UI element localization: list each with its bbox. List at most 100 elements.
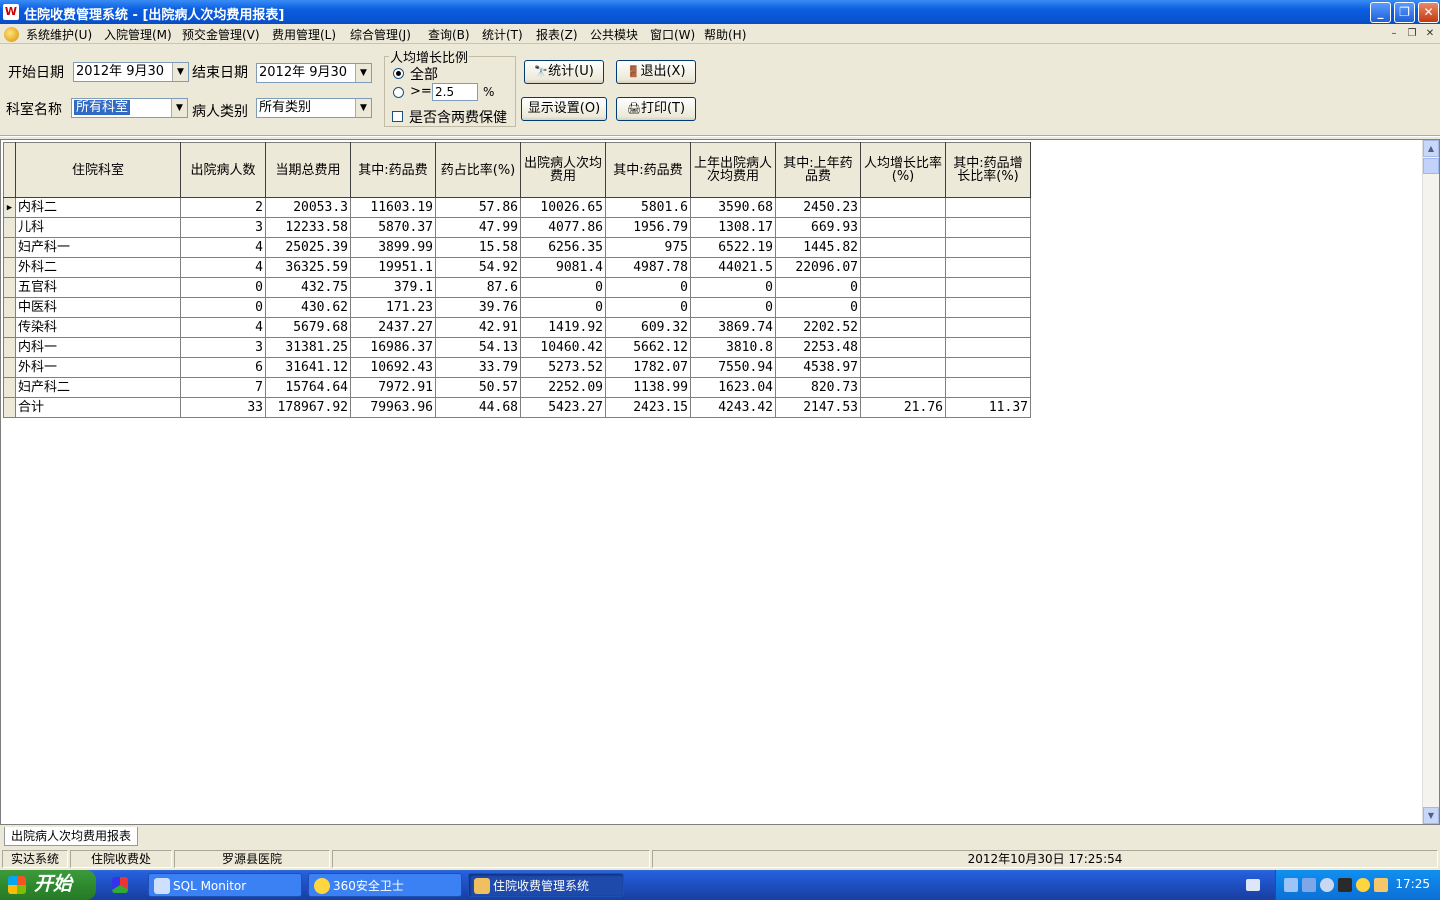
- value-cell[interactable]: 5801.6: [605, 197, 691, 218]
- row-indicator[interactable]: [3, 257, 16, 278]
- mdi-restore-button[interactable]: ❐: [1404, 27, 1420, 41]
- value-cell[interactable]: 15.58: [435, 237, 521, 258]
- menu-admission[interactable]: 入院管理(M): [104, 26, 172, 43]
- value-cell[interactable]: [945, 317, 1031, 338]
- chevron-down-icon[interactable]: ▼: [355, 99, 371, 117]
- value-cell[interactable]: 432.75: [265, 277, 351, 298]
- value-cell[interactable]: 10026.65: [520, 197, 606, 218]
- row-indicator[interactable]: [3, 277, 16, 298]
- table-row[interactable]: 外科二 4 36325.59 19951.1 54.92 9081.4 4987.78 440…: [3, 257, 1031, 278]
- column-header[interactable]: 其中:药品增长比率(%): [945, 142, 1031, 198]
- column-header[interactable]: 其中:上年药品费: [775, 142, 861, 198]
- current-row-pointer-icon[interactable]: ▶: [3, 197, 16, 218]
- value-cell[interactable]: 2252.09: [520, 377, 606, 398]
- value-cell[interactable]: 36325.59: [265, 257, 351, 278]
- value-cell[interactable]: 9081.4: [520, 257, 606, 278]
- column-header[interactable]: 上年出院病人次均费用: [690, 142, 776, 198]
- value-cell[interactable]: 21.76: [860, 397, 946, 418]
- value-cell[interactable]: 4243.42: [690, 397, 776, 418]
- dept-cell[interactable]: 儿科: [15, 217, 181, 238]
- menu-system[interactable]: 系统维护(U): [26, 26, 92, 43]
- start-date-picker[interactable]: 2012年 9月30 ▼: [73, 62, 189, 82]
- value-cell[interactable]: 39.76: [435, 297, 521, 318]
- menu-help[interactable]: 帮助(H): [704, 26, 746, 43]
- value-cell[interactable]: 3810.8: [690, 337, 776, 358]
- column-header[interactable]: 其中:药品费: [605, 142, 691, 198]
- mdi-minimize-button[interactable]: –: [1386, 27, 1402, 41]
- task-hospital-fees[interactable]: 住院收费管理系统: [468, 873, 624, 897]
- value-cell[interactable]: [860, 197, 946, 218]
- value-cell[interactable]: 7972.91: [350, 377, 436, 398]
- column-header[interactable]: 药占比率(%): [435, 142, 521, 198]
- value-cell[interactable]: [945, 297, 1031, 318]
- value-cell[interactable]: 57.86: [435, 197, 521, 218]
- value-cell[interactable]: 4: [180, 237, 266, 258]
- value-cell[interactable]: 12233.58: [265, 217, 351, 238]
- display-settings-button[interactable]: 显示设置(O): [521, 97, 607, 121]
- value-cell[interactable]: 7550.94: [690, 357, 776, 378]
- value-cell[interactable]: [860, 297, 946, 318]
- value-cell[interactable]: [860, 217, 946, 238]
- value-cell[interactable]: 11603.19: [350, 197, 436, 218]
- value-cell[interactable]: 6256.35: [520, 237, 606, 258]
- row-indicator[interactable]: [3, 357, 16, 378]
- value-cell[interactable]: 79963.96: [350, 397, 436, 418]
- value-cell[interactable]: 2: [180, 197, 266, 218]
- quick-launch-icon[interactable]: [104, 873, 140, 897]
- vertical-scrollbar[interactable]: ▲ ▼: [1422, 140, 1439, 824]
- value-cell[interactable]: 975: [605, 237, 691, 258]
- value-cell[interactable]: 11.37: [945, 397, 1031, 418]
- growth-threshold-input[interactable]: 2.5: [432, 83, 478, 101]
- value-cell[interactable]: 0: [605, 297, 691, 318]
- close-button[interactable]: ✕: [1418, 2, 1439, 23]
- value-cell[interactable]: 31641.12: [265, 357, 351, 378]
- value-cell[interactable]: [945, 257, 1031, 278]
- value-cell[interactable]: 19951.1: [350, 257, 436, 278]
- value-cell[interactable]: 1445.82: [775, 237, 861, 258]
- value-cell[interactable]: 10460.42: [520, 337, 606, 358]
- value-cell[interactable]: [860, 257, 946, 278]
- value-cell[interactable]: 669.93: [775, 217, 861, 238]
- value-cell[interactable]: 87.6: [435, 277, 521, 298]
- value-cell[interactable]: [945, 277, 1031, 298]
- radio-all[interactable]: [393, 68, 404, 79]
- app-tray-icon[interactable]: [1374, 878, 1388, 892]
- row-indicator[interactable]: [3, 237, 16, 258]
- value-cell[interactable]: 44021.5: [690, 257, 776, 278]
- scroll-thumb[interactable]: [1423, 158, 1439, 174]
- value-cell[interactable]: 5423.27: [520, 397, 606, 418]
- menu-window[interactable]: 窗口(W): [650, 26, 695, 43]
- dept-cell[interactable]: 传染科: [15, 317, 181, 338]
- value-cell[interactable]: 1308.17: [690, 217, 776, 238]
- value-cell[interactable]: 430.62: [265, 297, 351, 318]
- value-cell[interactable]: 1419.92: [520, 317, 606, 338]
- volume-icon[interactable]: [1320, 878, 1334, 892]
- value-cell[interactable]: 54.13: [435, 337, 521, 358]
- value-cell[interactable]: 4: [180, 257, 266, 278]
- table-row[interactable]: 传染科 4 5679.68 2437.27 42.91 1419.92 609.32 3869…: [3, 317, 1031, 338]
- value-cell[interactable]: 2423.15: [605, 397, 691, 418]
- value-cell[interactable]: [945, 377, 1031, 398]
- network-icon[interactable]: [1284, 878, 1298, 892]
- value-cell[interactable]: 10692.43: [350, 357, 436, 378]
- chevron-down-icon[interactable]: ▼: [172, 63, 188, 81]
- scroll-down-icon[interactable]: ▼: [1423, 807, 1439, 824]
- value-cell[interactable]: [945, 357, 1031, 378]
- value-cell[interactable]: [860, 277, 946, 298]
- end-date-picker[interactable]: 2012年 9月30 ▼: [256, 63, 372, 83]
- value-cell[interactable]: 31381.25: [265, 337, 351, 358]
- task-360-safe[interactable]: 360安全卫士: [308, 873, 462, 897]
- menu-general[interactable]: 综合管理(J): [350, 26, 411, 43]
- value-cell[interactable]: 22096.07: [775, 257, 861, 278]
- row-indicator[interactable]: [3, 317, 16, 338]
- value-cell[interactable]: [860, 317, 946, 338]
- value-cell[interactable]: 4077.86: [520, 217, 606, 238]
- value-cell[interactable]: 0: [605, 277, 691, 298]
- value-cell[interactable]: [945, 197, 1031, 218]
- column-header[interactable]: 出院病人数: [180, 142, 266, 198]
- minimize-button[interactable]: _: [1370, 2, 1391, 23]
- dept-cell[interactable]: 内科一: [15, 337, 181, 358]
- stats-button[interactable]: 🔭统计(U): [524, 60, 604, 84]
- value-cell[interactable]: 5273.52: [520, 357, 606, 378]
- value-cell[interactable]: [945, 237, 1031, 258]
